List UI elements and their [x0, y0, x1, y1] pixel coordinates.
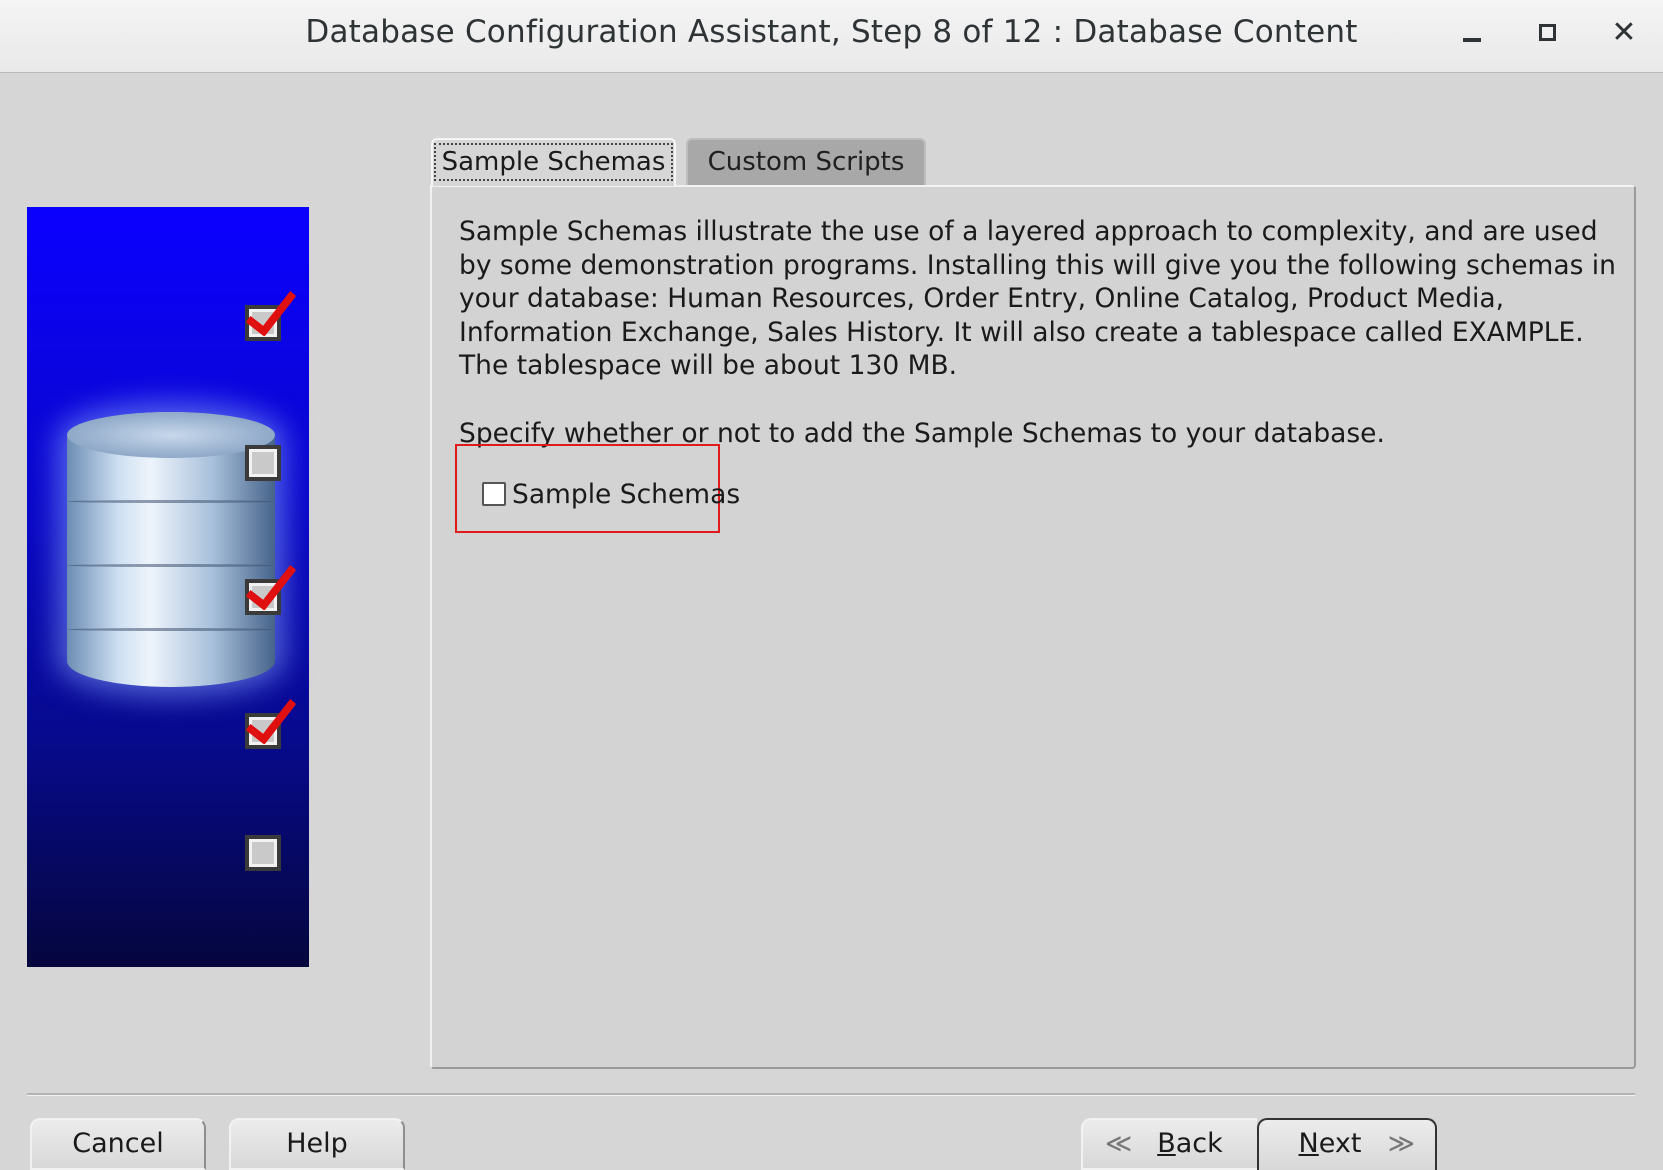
checkbox-box[interactable] — [482, 482, 506, 506]
title-bar: Database Configuration Assistant, Step 8… — [0, 0, 1663, 73]
step-check-icon — [245, 445, 281, 481]
back-button[interactable]: ≪ Back — [1081, 1118, 1257, 1170]
cancel-button[interactable]: Cancel — [30, 1118, 206, 1170]
window-title: Database Configuration Assistant, Step 8… — [305, 14, 1358, 50]
chevron-right-icon: ≫ — [1387, 1129, 1415, 1159]
next-button[interactable]: Next ≫ — [1257, 1118, 1437, 1170]
tab-panel: Sample Schemas illustrate the use of a l… — [430, 185, 1636, 1069]
tab-sample-schemas[interactable]: Sample Schemas — [431, 138, 676, 186]
tab-custom-scripts[interactable]: Custom Scripts — [686, 138, 926, 186]
database-cylinder-icon — [67, 412, 275, 687]
sample-schemas-description: Sample Schemas illustrate the use of a l… — [459, 216, 1616, 381]
step-check-icon — [245, 835, 281, 871]
wizard-side-image — [27, 207, 309, 967]
help-button[interactable]: Help — [229, 1118, 405, 1170]
chevron-left-icon: ≪ — [1105, 1129, 1133, 1159]
maximize-icon[interactable] — [1526, 14, 1570, 54]
back-label: Back — [1157, 1128, 1223, 1159]
footer-separator — [27, 1093, 1635, 1096]
step-check-icon — [245, 713, 281, 749]
next-label: Next — [1298, 1128, 1362, 1159]
close-icon[interactable]: ✕ — [1602, 14, 1646, 54]
step-check-icon — [245, 305, 281, 341]
step-check-icon — [245, 579, 281, 615]
minimize-icon[interactable] — [1451, 14, 1495, 54]
checkbox-label: Sample Schemas — [512, 479, 741, 510]
